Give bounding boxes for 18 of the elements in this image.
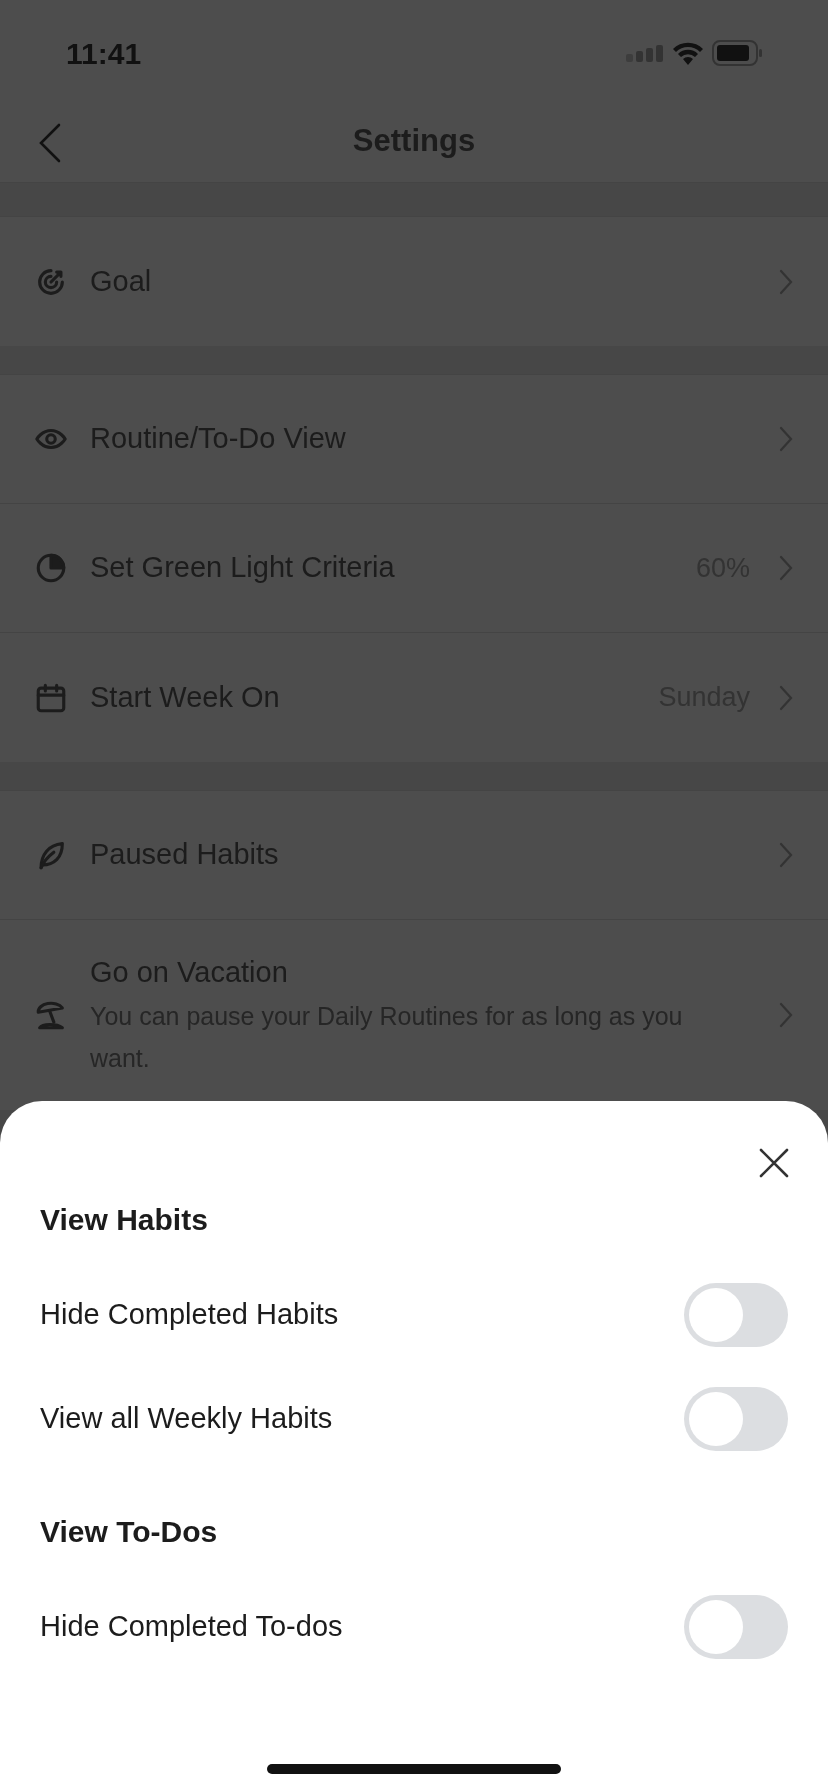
back-icon <box>39 123 61 163</box>
chevron-right-icon <box>778 1001 794 1029</box>
chevron-right-icon <box>778 267 794 296</box>
group-heading: View To-Dos <box>40 1513 219 1550</box>
status-time: 11:41 <box>66 35 142 72</box>
signal-icon <box>626 44 664 62</box>
toggle-label: Hide Completed Habits <box>40 1297 339 1333</box>
chevron-right-icon <box>778 683 794 712</box>
battery-icon <box>712 40 762 66</box>
toggle-label: Hide Completed To-dos <box>40 1609 343 1645</box>
toggle-label: View all Weekly Habits <box>40 1401 333 1437</box>
close-icon <box>759 1148 789 1178</box>
pie-chart-icon <box>34 551 68 585</box>
chevron-right-icon <box>778 841 794 869</box>
chevron-right-icon <box>778 554 794 582</box>
group-heading: View Habits <box>40 1201 209 1238</box>
chevron-right-icon <box>778 425 794 453</box>
wifi-icon <box>672 41 704 65</box>
